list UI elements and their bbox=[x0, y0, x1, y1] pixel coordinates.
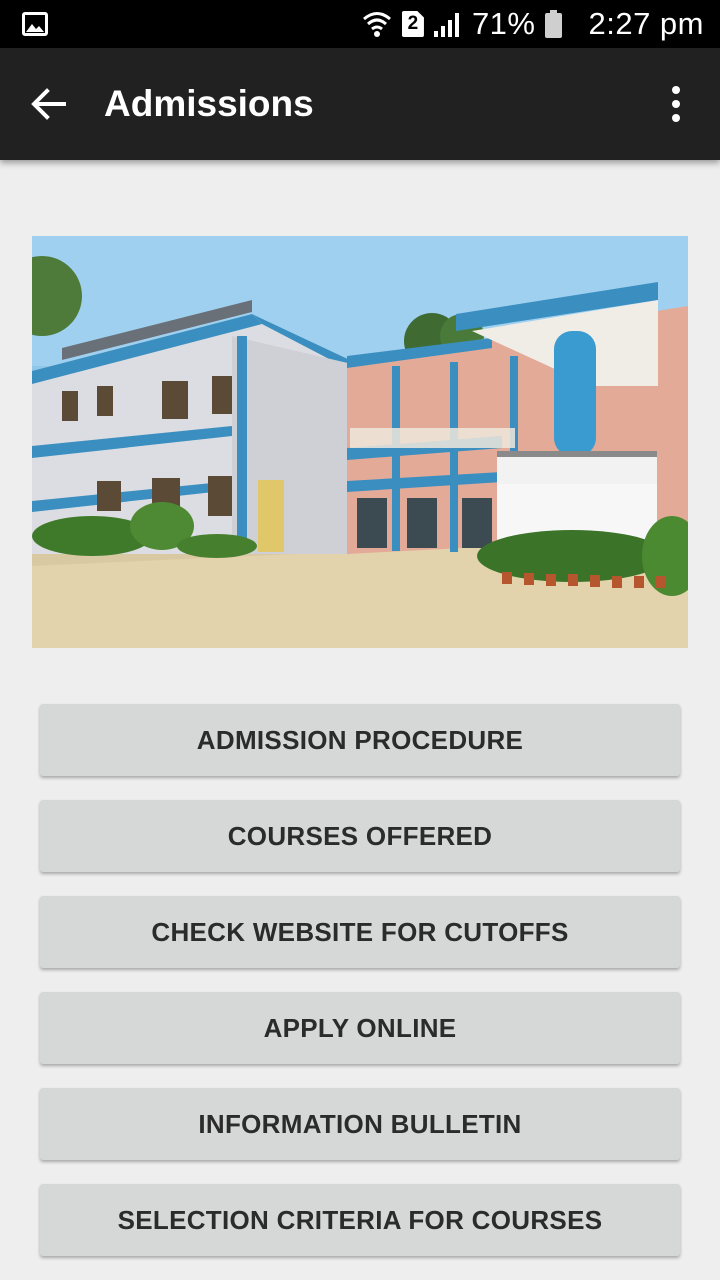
signal-icon bbox=[433, 13, 459, 37]
sim-icon: 2 bbox=[401, 11, 424, 37]
more-vert-icon bbox=[672, 86, 680, 94]
back-button[interactable] bbox=[18, 74, 78, 134]
selection-criteria-button[interactable]: SELECTION CRITERIA FOR COURSES bbox=[40, 1184, 680, 1256]
check-cutoffs-button[interactable]: CHECK WEBSITE FOR CUTOFFS bbox=[40, 896, 680, 968]
page-title: Admissions bbox=[104, 83, 314, 124]
status-right: 2 71% 2:27 pm bbox=[362, 6, 704, 42]
college-building-image bbox=[32, 236, 688, 648]
arrow-left-icon bbox=[31, 88, 66, 120]
wifi-icon bbox=[362, 12, 391, 37]
status-left bbox=[22, 12, 48, 36]
information-bulletin-button[interactable]: INFORMATION BULLETIN bbox=[40, 1088, 680, 1160]
battery-percent: 71% bbox=[471, 6, 536, 41]
apply-online-button[interactable]: APPLY ONLINE bbox=[40, 992, 680, 1064]
more-options-button[interactable] bbox=[652, 74, 700, 134]
status-bar: 2 71% 2:27 pm bbox=[0, 0, 720, 48]
battery-icon bbox=[545, 10, 563, 38]
admission-procedure-button[interactable]: ADMISSION PROCEDURE bbox=[40, 704, 680, 776]
gallery-icon bbox=[22, 12, 48, 36]
status-time: 2:27 pm bbox=[588, 6, 704, 41]
app-bar: Admissions bbox=[0, 48, 720, 160]
admission-options-list: ADMISSION PROCEDURE COURSES OFFERED CHEC… bbox=[40, 704, 680, 1280]
courses-offered-button[interactable]: COURSES OFFERED bbox=[40, 800, 680, 872]
sim-slot-number: 2 bbox=[407, 13, 419, 34]
